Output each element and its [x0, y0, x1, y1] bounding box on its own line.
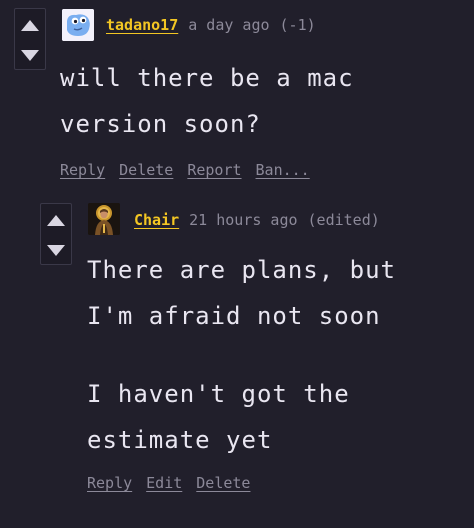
- comment-body-line: version soon?: [60, 110, 261, 138]
- triangle-down-icon: [21, 49, 39, 61]
- username-link[interactable]: Chair: [134, 211, 179, 229]
- username-link[interactable]: tadano17: [106, 16, 178, 34]
- comment: tadano17 a day ago (-1) will there be a …: [0, 0, 474, 195]
- upvote-button[interactable]: [15, 10, 45, 40]
- comment-body-line: will there be a mac: [60, 64, 354, 92]
- timestamp: a day ago: [188, 16, 270, 34]
- comment-body: There are plans, but I'm afraid not soon…: [87, 247, 396, 463]
- delete-link[interactable]: Delete: [196, 474, 250, 492]
- saint-portrait-avatar-icon: [88, 203, 120, 235]
- edited-label: (edited): [307, 211, 380, 229]
- ban-link[interactable]: Ban...: [256, 161, 310, 179]
- comment-actions: Reply Edit Delete: [87, 474, 250, 492]
- comment-body: will there be a mac version soon?: [60, 55, 354, 147]
- delete-link[interactable]: Delete: [119, 161, 173, 179]
- comment-body-line: I haven't got the: [87, 380, 350, 408]
- timestamp: 21 hours ago: [189, 211, 298, 229]
- report-link[interactable]: Report: [187, 161, 241, 179]
- avatar[interactable]: [88, 203, 120, 235]
- upvote-button[interactable]: [41, 205, 71, 235]
- blue-blob-avatar-icon: [62, 9, 94, 41]
- comment-body-line: There are plans, but: [87, 256, 396, 284]
- comment-meta: tadano17 a day ago (-1): [106, 14, 316, 36]
- triangle-up-icon: [21, 19, 39, 31]
- triangle-up-icon: [47, 214, 65, 226]
- reply-link[interactable]: Reply: [87, 474, 132, 492]
- triangle-down-icon: [47, 244, 65, 256]
- comment-actions: Reply Delete Report Ban...: [60, 161, 310, 179]
- vote-widget: [14, 8, 46, 70]
- downvote-button[interactable]: [15, 40, 45, 70]
- edit-link[interactable]: Edit: [146, 474, 182, 492]
- score-badge: (-1): [279, 16, 316, 34]
- downvote-button[interactable]: [41, 235, 71, 265]
- vote-widget: [40, 203, 72, 265]
- comment-body-line: estimate yet: [87, 426, 273, 454]
- reply-link[interactable]: Reply: [60, 161, 105, 179]
- comment-body-line: I'm afraid not soon: [87, 302, 381, 330]
- reply-comment: Chair 21 hours ago (edited) There are pl…: [28, 195, 474, 528]
- comment-meta: Chair 21 hours ago (edited): [134, 209, 380, 231]
- avatar[interactable]: [62, 9, 94, 41]
